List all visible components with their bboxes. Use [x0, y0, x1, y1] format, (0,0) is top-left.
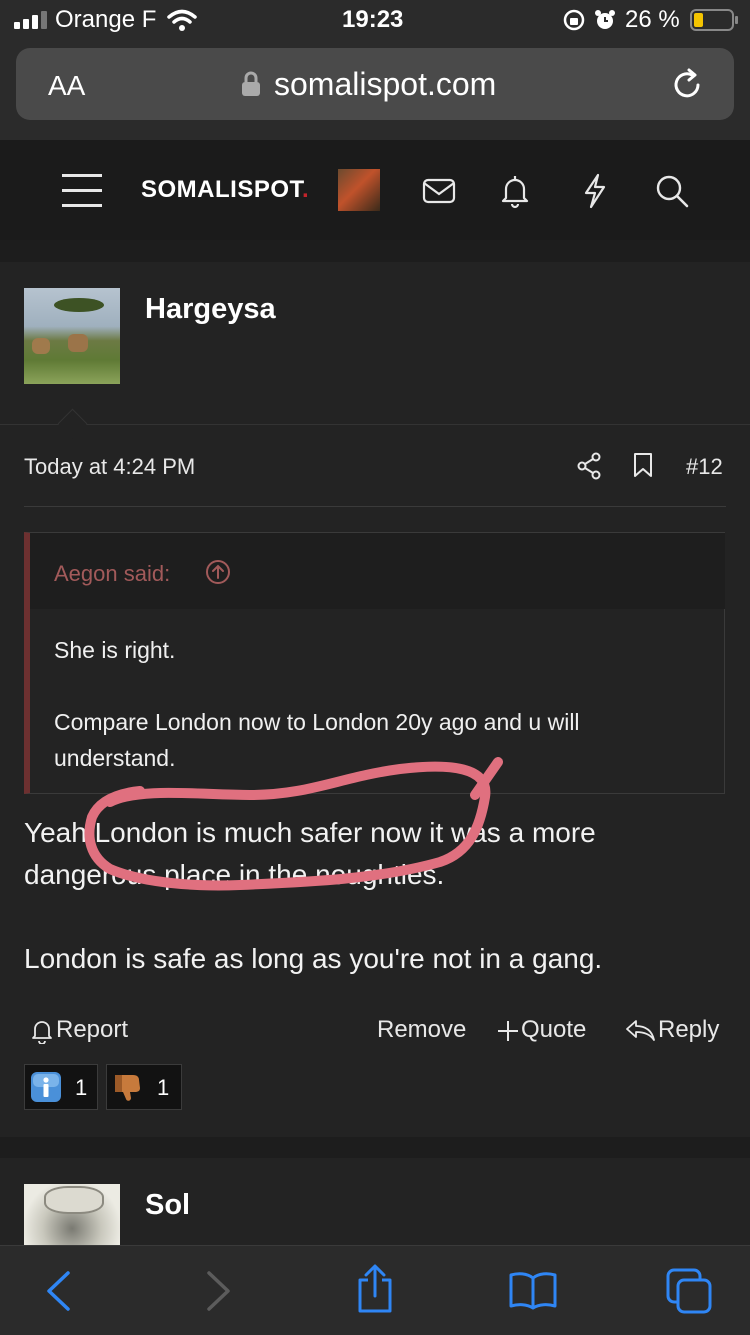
quote-block: Aegon said: She is right. Compare London… — [24, 532, 725, 794]
reload-icon[interactable] — [671, 68, 705, 102]
battery-icon — [690, 9, 738, 31]
tree-graphic — [54, 298, 104, 312]
tabs-icon[interactable] — [666, 1268, 714, 1314]
bookmark-icon[interactable] — [633, 452, 653, 478]
reaction-info[interactable]: 1 — [24, 1064, 98, 1110]
thumbs-down-icon — [115, 1075, 140, 1101]
reaction-count: 1 — [75, 1075, 88, 1100]
post-username[interactable]: Hargeysa — [145, 293, 276, 326]
search-icon[interactable] — [653, 172, 691, 210]
quote-author[interactable]: Aegon said: — [54, 561, 170, 587]
reply-button[interactable]: Reply — [658, 1016, 719, 1044]
browser-toolbar: AA somalispot.com — [0, 40, 750, 140]
bell-icon[interactable] — [497, 172, 535, 210]
alarm-icon — [595, 10, 615, 29]
reaction-dislike[interactable]: 1 — [106, 1064, 182, 1110]
inbox-icon[interactable] — [421, 172, 459, 210]
user-avatar-hargeysa[interactable] — [24, 288, 120, 384]
header-pointer — [57, 408, 88, 439]
carrier-label: Orange F — [55, 6, 157, 33]
logo-text: SOMALISPOT — [141, 176, 303, 203]
report-button[interactable]: Report — [56, 1016, 128, 1044]
wifi-icon — [167, 9, 197, 31]
reaction-count: 1 — [157, 1075, 170, 1100]
post-number[interactable]: #12 — [686, 454, 723, 480]
bookmarks-icon[interactable] — [508, 1270, 558, 1310]
remove-button[interactable]: Remove — [377, 1016, 466, 1044]
status-bar: Orange F 19:23 26 % — [0, 0, 750, 40]
quote-line: Compare London now to London 20y ago and… — [54, 709, 580, 735]
quote-button[interactable]: Quote — [521, 1016, 586, 1044]
address-bar[interactable]: AA somalispot.com — [16, 48, 734, 120]
battery-percent: 26 % — [625, 6, 680, 33]
menu-icon[interactable] — [62, 172, 102, 208]
logo-dot: . — [302, 176, 310, 203]
post-username[interactable]: Sol — [145, 1189, 190, 1222]
site-logo[interactable]: SOMALISPOT. — [141, 176, 309, 204]
site-header: SOMALISPOT. — [0, 140, 750, 240]
clock: 19:23 — [342, 6, 404, 33]
lightning-icon[interactable] — [576, 172, 614, 210]
forward-icon[interactable] — [205, 1270, 233, 1312]
post-body-line: London is safe as long as you're not in … — [24, 943, 603, 974]
turban-graphic — [44, 1186, 104, 1214]
divider — [24, 506, 726, 507]
browser-bottom-bar — [0, 1245, 750, 1335]
url-domain[interactable]: somalispot.com — [274, 66, 496, 103]
lock-icon — [242, 71, 260, 96]
next-post: Sol — [0, 1158, 750, 1258]
user-avatar[interactable] — [338, 169, 380, 211]
back-icon[interactable] — [44, 1270, 72, 1312]
camel-graphic — [32, 338, 50, 354]
signal-icon — [14, 11, 47, 29]
report-bell-icon[interactable] — [30, 1018, 54, 1044]
quote-line: She is right. — [54, 637, 176, 663]
orientation-lock-icon — [563, 9, 585, 31]
divider — [0, 424, 750, 425]
hand-drawn-circle-annotation — [84, 757, 503, 891]
info-icon — [31, 1072, 61, 1102]
reply-icon[interactable] — [624, 1018, 656, 1042]
post: Hargeysa Today at 4:24 PM #12 Aegon said… — [0, 262, 750, 1137]
post-timestamp[interactable]: Today at 4:24 PM — [24, 454, 195, 480]
camel-graphic — [68, 334, 88, 352]
share-sheet-icon[interactable] — [354, 1264, 396, 1314]
share-icon[interactable] — [576, 452, 602, 480]
text-size-button[interactable]: AA — [48, 70, 85, 102]
plus-icon[interactable] — [497, 1020, 519, 1042]
jump-to-quote-icon[interactable] — [205, 559, 231, 585]
